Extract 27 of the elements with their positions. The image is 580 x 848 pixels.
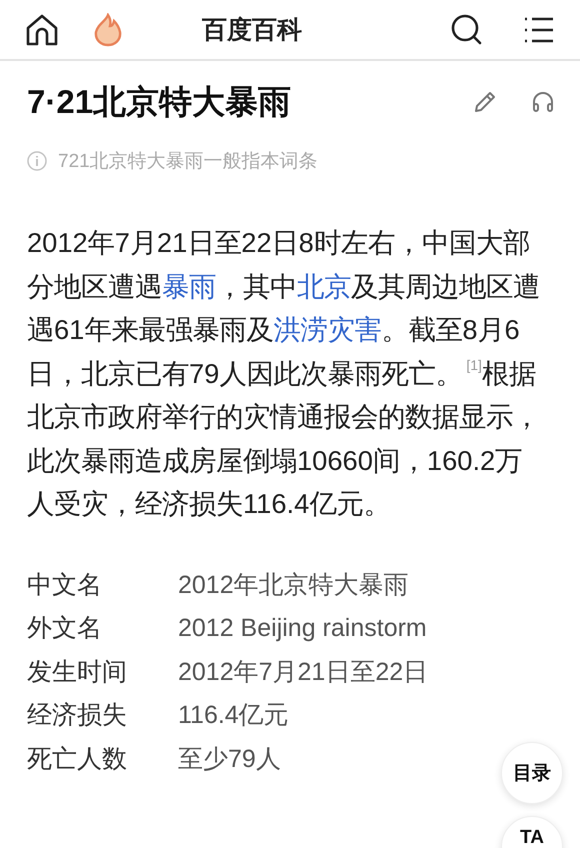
edit-icon[interactable] xyxy=(473,90,497,114)
info-label: 发生时间 xyxy=(27,656,127,688)
info-value: 至少79人 xyxy=(178,744,281,774)
inline-link[interactable]: 洪涝灾害 xyxy=(273,314,382,345)
flame-icon[interactable] xyxy=(92,12,124,46)
inline-link[interactable]: 暴雨 xyxy=(162,270,216,302)
info-value: 2012年北京特大暴雨 xyxy=(178,570,409,600)
inline-link[interactable]: 北京 xyxy=(297,270,351,302)
floating-button[interactable]: TA xyxy=(501,816,563,848)
info-label: 外文名 xyxy=(27,613,102,644)
search-icon[interactable] xyxy=(450,12,484,46)
headphones-icon[interactable] xyxy=(531,90,555,114)
info-value: 2012 Beijing rainstorm xyxy=(178,613,427,644)
summary-paragraph: 2012年7月21日至22日8时左右，中国大部分地区遭遇暴雨，其中北京及其周边地区遭遇61年来最强暴雨及洪涝灾害。截至8月6日，北京已有79人因此次暴雨死亡。$^{[1]}$根据北京市政府举行的灾情通报会的数据显示，此次暴雨造成房屋倒塌10660间，160.2万人受灾，经济损失116.4亿元。 xyxy=(27,226,541,521)
article-title: 7·21北京特大暴雨 xyxy=(27,82,292,122)
info-value: 116.4亿元 xyxy=(178,700,289,731)
info-label: 中文名 xyxy=(27,570,102,600)
info-icon xyxy=(27,151,47,171)
disambiguation-note: 721北京特大暴雨一般指本词条 xyxy=(58,150,318,174)
contents-button[interactable]: 目录 xyxy=(501,742,563,804)
citation-link[interactable]: [1] xyxy=(466,356,482,372)
site-title: 百度百科 xyxy=(201,15,303,46)
info-label: 经济损失 xyxy=(27,700,127,731)
menu-icon[interactable] xyxy=(524,16,554,44)
info-label: 死亡人数 xyxy=(27,744,127,774)
info-value: 2012年7月21日至22日 xyxy=(178,656,428,688)
home-icon[interactable] xyxy=(25,14,59,46)
